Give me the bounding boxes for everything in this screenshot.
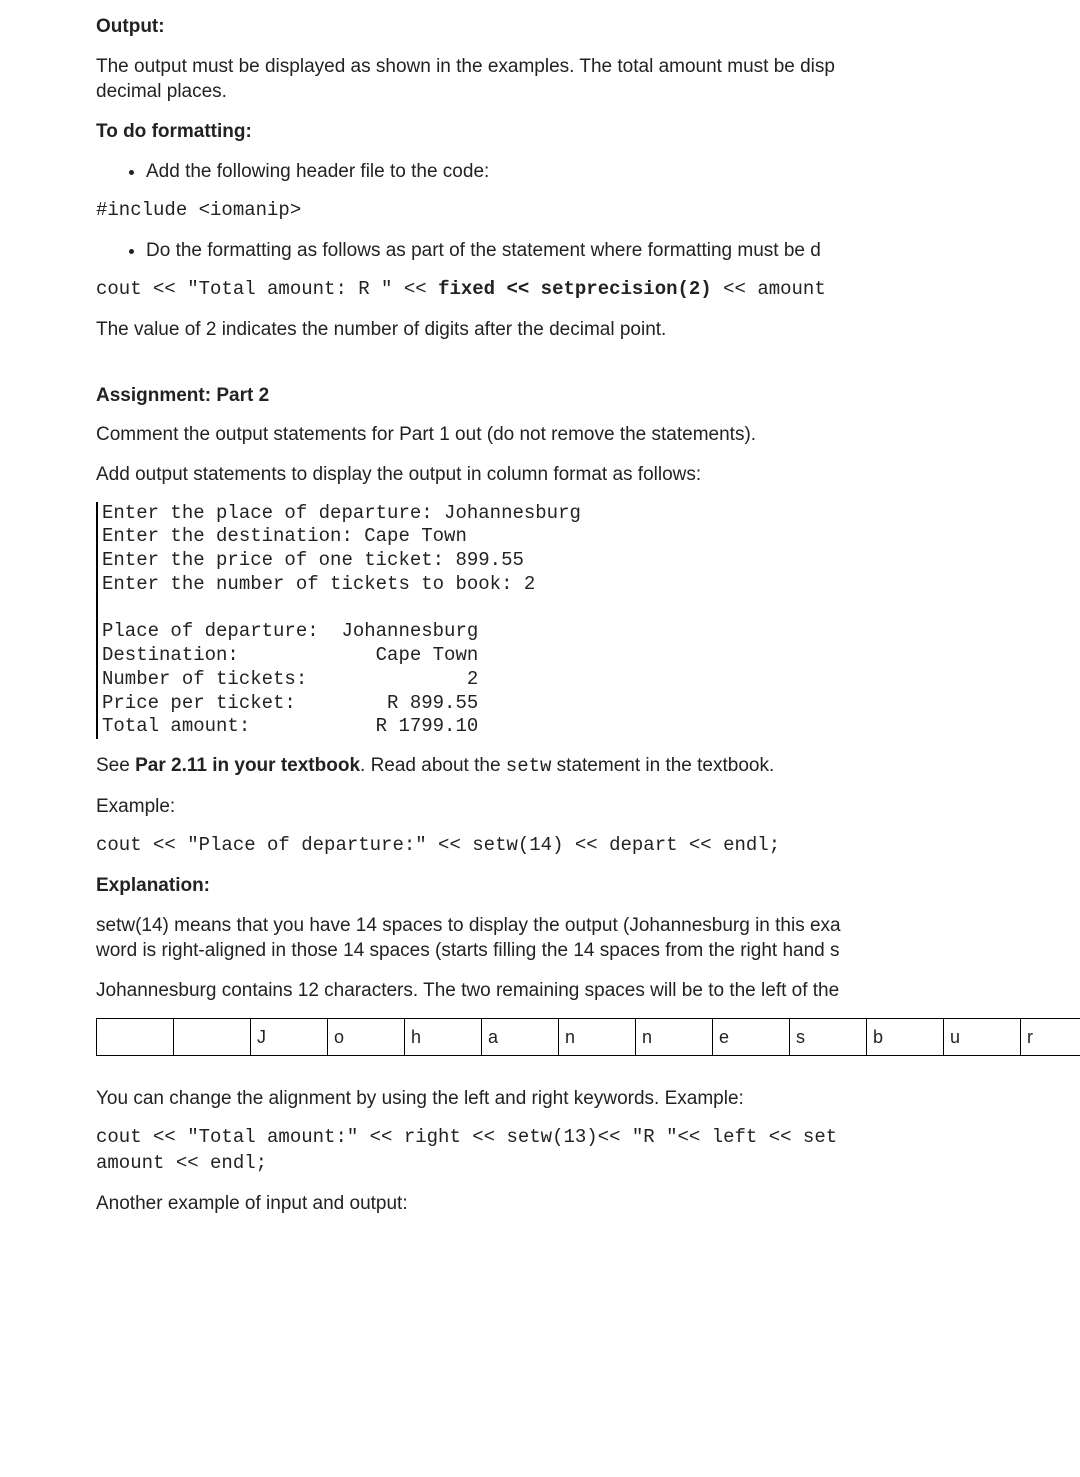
paragraph-output: The output must be displayed as shown in… xyxy=(96,54,1080,105)
text: setw(14) means that you have 14 spaces t… xyxy=(96,915,841,936)
text: The output must be displayed as shown in… xyxy=(96,56,835,77)
text-bold: Par 2.11 in your textbook xyxy=(135,755,360,776)
letter-cell: r xyxy=(1021,1018,1080,1055)
code-text-bold: fixed << setprecision(2) xyxy=(438,278,712,300)
code-text: << amount xyxy=(712,278,826,300)
letter-cell xyxy=(174,1018,251,1055)
heading-part2: Assignment: Part 2 xyxy=(96,383,1080,409)
document-page: Output: The output must be displayed as … xyxy=(0,14,1080,1216)
console-output-block: Enter the place of departure: Johannesbu… xyxy=(96,502,1080,740)
heading-explanation: Explanation: xyxy=(96,873,1080,899)
letter-cell: u xyxy=(944,1018,1021,1055)
code-inline: setw xyxy=(506,755,552,777)
bullet-item: Do the formatting as follows as part of … xyxy=(146,238,1080,264)
letter-cell: o xyxy=(328,1018,405,1055)
bullet-list: Add the following header file to the cod… xyxy=(116,159,1080,185)
letter-cell: h xyxy=(405,1018,482,1055)
text: word is right-aligned in those 14 spaces… xyxy=(96,940,840,961)
letter-cell: n xyxy=(636,1018,713,1055)
code-text: cout << "Total amount: R " << xyxy=(96,278,438,300)
heading-output: Output: xyxy=(96,14,1080,40)
text: See xyxy=(96,755,135,776)
letter-cell: n xyxy=(559,1018,636,1055)
bullet-list: Do the formatting as follows as part of … xyxy=(116,238,1080,264)
code-cout-fixed: cout << "Total amount: R " << fixed << s… xyxy=(96,277,1080,303)
letters-table: J o h a n n e s b u r xyxy=(96,1018,1080,1056)
letter-cell: s xyxy=(790,1018,867,1055)
paragraph-alignment: You can change the alignment by using th… xyxy=(96,1086,1080,1112)
code-include: #include <iomanip> xyxy=(96,198,1080,224)
table-row: J o h a n n e s b u r xyxy=(97,1018,1080,1055)
paragraph-part2-1: Comment the output statements for Part 1… xyxy=(96,422,1080,448)
text: decimal places. xyxy=(96,81,227,102)
text: . Read about the xyxy=(360,755,506,776)
letter-cell: b xyxy=(867,1018,944,1055)
letter-cell xyxy=(97,1018,174,1055)
paragraph-explanation-2: Johannesburg contains 12 characters. The… xyxy=(96,978,1080,1004)
bullet-item: Add the following header file to the cod… xyxy=(146,159,1080,185)
letter-cell: J xyxy=(251,1018,328,1055)
paragraph-part2-2: Add output statements to display the out… xyxy=(96,462,1080,488)
paragraph-value2: The value of 2 indicates the number of d… xyxy=(96,317,1080,343)
paragraph-another-example: Another example of input and output: xyxy=(96,1191,1080,1217)
letter-cell: a xyxy=(482,1018,559,1055)
paragraph-see-textbook: See Par 2.11 in your textbook. Read abou… xyxy=(96,753,1080,780)
code-alignment-example: cout << "Total amount:" << right << setw… xyxy=(96,1125,1080,1176)
heading-todo-formatting: To do formatting: xyxy=(96,119,1080,145)
letter-cell: e xyxy=(713,1018,790,1055)
paragraph-example-label: Example: xyxy=(96,794,1080,820)
text: statement in the textbook. xyxy=(551,755,774,776)
code-text: cout << "Total amount:" << right << setw… xyxy=(96,1126,837,1148)
paragraph-explanation-1: setw(14) means that you have 14 spaces t… xyxy=(96,913,1080,964)
code-setw-example: cout << "Place of departure:" << setw(14… xyxy=(96,833,1080,859)
code-text: amount << endl; xyxy=(96,1152,267,1174)
